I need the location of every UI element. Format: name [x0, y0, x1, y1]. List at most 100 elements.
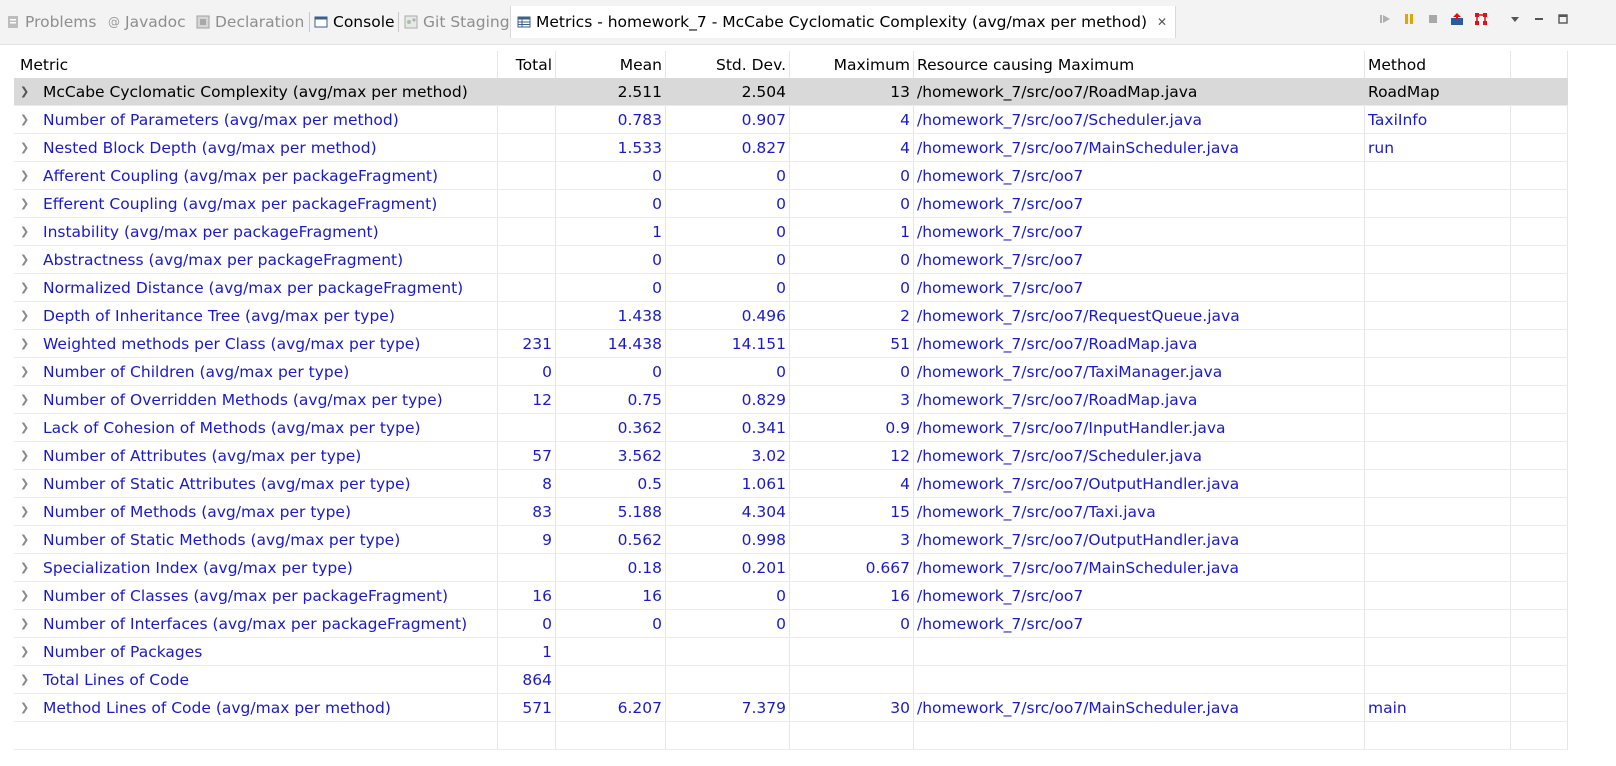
pause-icon[interactable] — [1402, 12, 1416, 26]
maximum-cell: 0 — [790, 162, 914, 189]
mean-cell: 0 — [556, 358, 666, 385]
table-row[interactable]: ❯ Number of Parameters (avg/max per metho… — [14, 106, 1568, 134]
expand-chevron-icon[interactable]: ❯ — [20, 309, 34, 322]
table-row[interactable]: ❯ Normalized Distance (avg/max per packag… — [14, 274, 1568, 302]
export-icon[interactable] — [1450, 12, 1464, 26]
table-row[interactable]: ❯ Efferent Coupling (avg/max per packageF… — [14, 190, 1568, 218]
column-header-metric[interactable]: Metric — [14, 51, 498, 78]
table-row[interactable]: ❯ Number of Attributes (avg/max per type)… — [14, 442, 1568, 470]
column-header-mean[interactable]: Mean — [556, 51, 666, 78]
std-dev-cell: 0.496 — [666, 302, 790, 329]
method-cell — [1365, 582, 1511, 609]
mean-cell: 2.511 — [556, 78, 666, 105]
expand-chevron-icon[interactable]: ❯ — [20, 225, 34, 238]
table-row[interactable]: ❯ Number of Packages 1 — [14, 638, 1568, 666]
table-row[interactable]: ❯ Instability (avg/max per packageFragmen… — [14, 218, 1568, 246]
expand-chevron-icon[interactable]: ❯ — [20, 197, 34, 210]
table-row[interactable]: ❯ Afferent Coupling (avg/max per packageF… — [14, 162, 1568, 190]
maximum-cell: 0 — [790, 190, 914, 217]
expand-chevron-icon[interactable]: ❯ — [20, 337, 34, 350]
dependency-graph-icon[interactable] — [1474, 12, 1488, 26]
std-dev-cell: 3.02 — [666, 442, 790, 469]
total-cell — [498, 162, 556, 189]
expand-chevron-icon[interactable]: ❯ — [20, 505, 34, 518]
console-icon — [314, 15, 328, 29]
at-sign-icon: @ — [108, 15, 120, 29]
column-header-maximum[interactable]: Maximum — [790, 51, 914, 78]
table-header: Metric Total Mean Std. Dev. Maximum Reso… — [14, 51, 1568, 78]
maximum-cell: 0 — [790, 274, 914, 301]
expand-chevron-icon[interactable]: ❯ — [20, 393, 34, 406]
table-row[interactable]: ❯ Number of Children (avg/max per type) 0 0… — [14, 358, 1568, 386]
table-row[interactable]: ❯ Total Lines of Code 864 — [14, 666, 1568, 694]
table-row[interactable]: ❯ Number of Static Attributes (avg/max pe… — [14, 470, 1568, 498]
minimize-icon[interactable] — [1532, 12, 1546, 26]
maximum-cell: 12 — [790, 442, 914, 469]
table-row[interactable]: ❯ Nested Block Depth (avg/max per method)… — [14, 134, 1568, 162]
table-row[interactable]: ❯ Abstractness (avg/max per packageFragme… — [14, 246, 1568, 274]
total-cell: 8 — [498, 470, 556, 497]
method-cell: TaxiInfo — [1365, 106, 1511, 133]
std-dev-cell: 0.201 — [666, 554, 790, 581]
table-row[interactable]: ❯ Method Lines of Code (avg/max per metho… — [14, 694, 1568, 722]
table-row[interactable]: ❯ Lack of Cohesion of Methods (avg/max pe… — [14, 414, 1568, 442]
tab-declaration-label: Declaration — [215, 13, 305, 31]
column-header-total[interactable]: Total — [498, 51, 556, 78]
column-header-std-dev[interactable]: Std. Dev. — [666, 51, 790, 78]
table-row[interactable]: ❯ McCabe Cyclomatic Complexity (avg/max p… — [14, 78, 1568, 106]
column-header-method[interactable]: Method — [1365, 51, 1511, 78]
expand-chevron-icon[interactable]: ❯ — [20, 365, 34, 378]
expand-chevron-icon[interactable]: ❯ — [20, 113, 34, 126]
table-row[interactable]: ❯ Number of Methods (avg/max per type) 83 5… — [14, 498, 1568, 526]
expand-chevron-icon[interactable]: ❯ — [20, 169, 34, 182]
tab-problems[interactable]: Problems — [6, 8, 96, 36]
expand-chevron-icon[interactable]: ❯ — [20, 449, 34, 462]
method-cell: RoadMap — [1365, 78, 1511, 105]
expand-chevron-icon[interactable]: ❯ — [20, 477, 34, 490]
table-row[interactable]: ❯ Specialization Index (avg/max per type)… — [14, 554, 1568, 582]
metric-label: Weighted methods per Class (avg/max per … — [43, 334, 421, 353]
table-row[interactable]: ❯ Depth of Inheritance Tree (avg/max per … — [14, 302, 1568, 330]
tab-metrics[interactable]: Metrics - homework_7 - McCabe Cyclomatic… — [510, 6, 1177, 38]
filler-cell — [1511, 330, 1568, 357]
metric-label: Number of Interfaces (avg/max per packag… — [43, 614, 468, 633]
declaration-icon — [196, 15, 210, 29]
total-cell — [498, 246, 556, 273]
filler-cell — [1511, 470, 1568, 497]
mean-cell — [556, 638, 666, 665]
tab-javadoc[interactable]: @ Javadoc — [108, 8, 186, 36]
maximize-icon[interactable] — [1556, 12, 1570, 26]
close-icon[interactable]: ✕ — [1157, 15, 1167, 29]
expand-chevron-icon[interactable]: ❯ — [20, 85, 34, 98]
table-row[interactable]: ❯ Number of Static Methods (avg/max per t… — [14, 526, 1568, 554]
stop-icon[interactable] — [1426, 12, 1440, 26]
expand-chevron-icon[interactable]: ❯ — [20, 589, 34, 602]
tab-console[interactable]: Console — [314, 8, 395, 36]
metric-label: Efferent Coupling (avg/max per packageFr… — [43, 194, 438, 213]
expand-chevron-icon[interactable]: ❯ — [20, 281, 34, 294]
table-row[interactable]: ❯ Number of Classes (avg/max per packageF… — [14, 582, 1568, 610]
expand-chevron-icon[interactable]: ❯ — [20, 673, 34, 686]
metric-cell: ❯ Number of Attributes (avg/max per type) — [14, 442, 498, 469]
maximum-cell: 13 — [790, 78, 914, 105]
view-menu-icon[interactable] — [1508, 12, 1522, 26]
method-cell — [1365, 666, 1511, 693]
table-row[interactable]: ❯ Number of Interfaces (avg/max per packa… — [14, 610, 1568, 638]
resource-cell: /homework_7/src/oo7 — [914, 190, 1365, 217]
expand-chevron-icon[interactable]: ❯ — [20, 617, 34, 630]
resume-icon[interactable] — [1378, 12, 1392, 26]
tab-git-staging[interactable]: Git Staging — [404, 8, 510, 36]
expand-chevron-icon[interactable]: ❯ — [20, 253, 34, 266]
expand-chevron-icon[interactable]: ❯ — [20, 421, 34, 434]
table-row[interactable]: ❯ Weighted methods per Class (avg/max per… — [14, 330, 1568, 358]
expand-chevron-icon[interactable]: ❯ — [20, 561, 34, 574]
tab-declaration[interactable]: Declaration — [196, 8, 304, 36]
view-toolbar — [1368, 10, 1570, 28]
column-header-resource[interactable]: Resource causing Maximum — [914, 51, 1365, 78]
table-row[interactable]: ❯ Number of Overridden Methods (avg/max p… — [14, 386, 1568, 414]
expand-chevron-icon[interactable]: ❯ — [20, 701, 34, 714]
expand-chevron-icon[interactable]: ❯ — [20, 141, 34, 154]
expand-chevron-icon[interactable]: ❯ — [20, 533, 34, 546]
maximum-cell: 4 — [790, 106, 914, 133]
expand-chevron-icon[interactable]: ❯ — [20, 645, 34, 658]
